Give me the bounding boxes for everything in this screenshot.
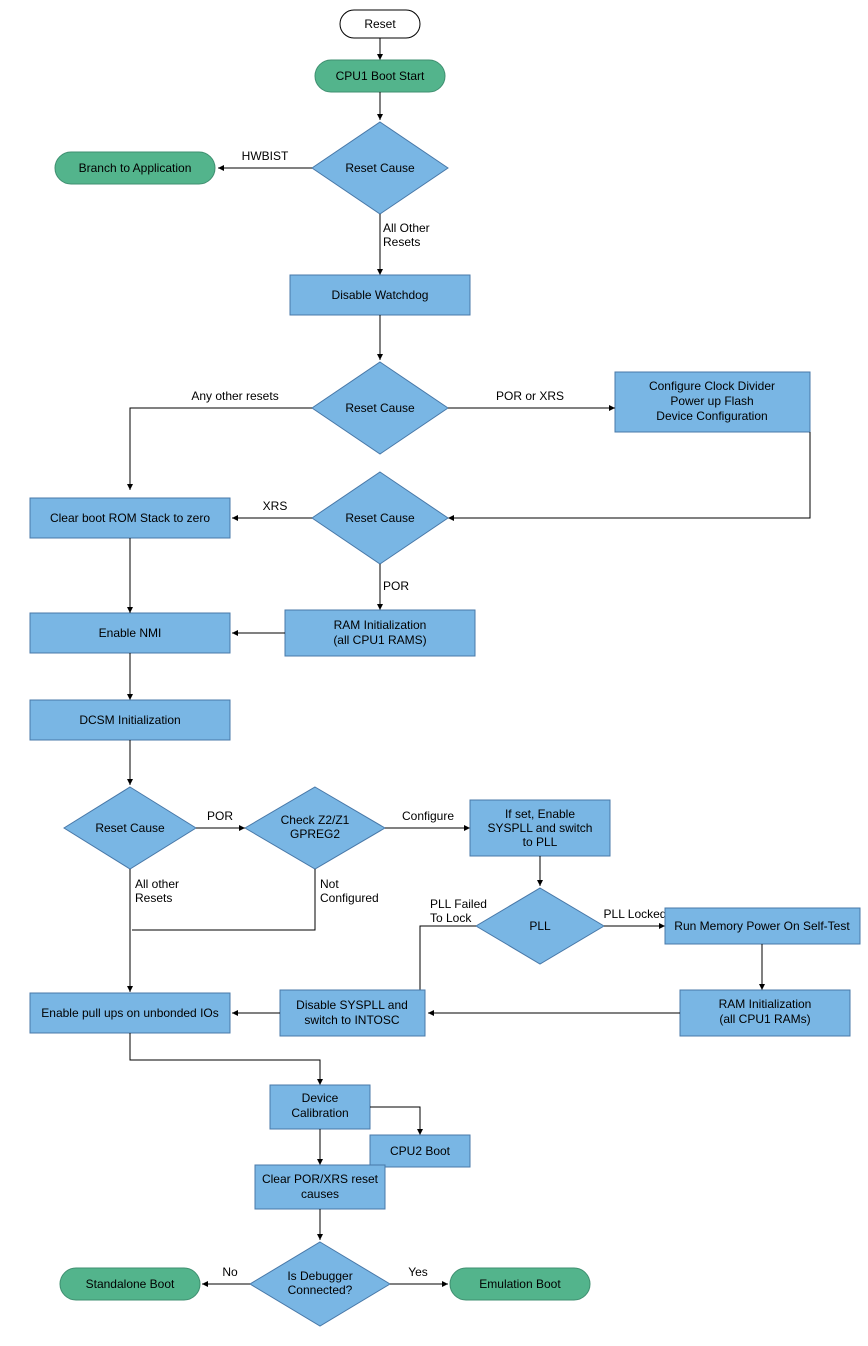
clearpor-1: Clear POR/XRS reset <box>262 1172 379 1186</box>
edge <box>420 926 476 1015</box>
edge <box>448 432 810 518</box>
syspll-1: If set, Enable <box>505 807 575 821</box>
edge <box>370 1107 420 1135</box>
isdebug-2: Connected? <box>288 1283 353 1297</box>
ram2-2: (all CPU1 RAMs) <box>719 1012 810 1026</box>
cfgclock-3: Device Configuration <box>656 409 767 423</box>
edge <box>130 1033 320 1085</box>
gpreg-1: Check Z2/Z1 <box>281 813 350 827</box>
edge-pllfail-b: To Lock <box>430 911 472 925</box>
edge-notcfg-a: Not <box>320 877 339 891</box>
branch-label: Branch to Application <box>79 161 192 175</box>
devcal-1: Device <box>302 1091 339 1105</box>
disablesyspll-1: Disable SYSPLL and <box>296 998 408 1012</box>
pullups-label: Enable pull ups on unbonded IOs <box>41 1006 218 1020</box>
edge-no: No <box>222 1265 238 1279</box>
edge-allother-1b: Resets <box>383 235 420 249</box>
edge-porxrs-label: POR or XRS <box>496 389 564 403</box>
ram1-1: RAM Initialization <box>334 618 427 632</box>
edge-allother2a: All other <box>135 877 179 891</box>
edge-notcfg-b: Configured <box>320 891 379 905</box>
edge-anyother-label: Any other resets <box>191 389 278 403</box>
cfgclock-1: Configure Clock Divider <box>649 379 775 393</box>
flowchart: Reset CPU1 Boot Start Reset Cause Branch… <box>0 0 868 1346</box>
edge-por2: POR <box>207 809 233 823</box>
reset-cause-3-label: Reset Cause <box>345 511 415 525</box>
clearpor-2: causes <box>301 1187 339 1201</box>
pll-label: PLL <box>529 919 551 933</box>
edge-por-label: POR <box>383 579 409 593</box>
syspll-3: to PLL <box>523 835 558 849</box>
edge <box>130 408 312 490</box>
isdebug-1: Is Debugger <box>287 1269 352 1283</box>
edge-configure: Configure <box>402 809 454 823</box>
cpu1-boot-label: CPU1 Boot Start <box>336 69 425 83</box>
devcal-2: Calibration <box>291 1106 348 1120</box>
edge-hwbist-label: HWBIST <box>242 149 289 163</box>
syspll-2: SYSPLL and switch <box>488 821 593 835</box>
disable-watchdog-label: Disable Watchdog <box>332 288 429 302</box>
dcsm-label: DCSM Initialization <box>79 713 180 727</box>
edge-xrs-label: XRS <box>263 499 288 513</box>
cfgclock-2: Power up Flash <box>670 394 753 408</box>
ram1-2: (all CPU1 RAMS) <box>333 633 426 647</box>
standalone-label: Standalone Boot <box>86 1277 175 1291</box>
disablesyspll-2: switch to INTOSC <box>304 1013 399 1027</box>
edge-allother-1a: All Other <box>383 221 430 235</box>
gpreg-2: GPREG2 <box>290 827 340 841</box>
reset-cause-4-label: Reset Cause <box>95 821 165 835</box>
emulation-label: Emulation Boot <box>479 1277 561 1291</box>
reset-cause-1-label: Reset Cause <box>345 161 415 175</box>
cpu2-boot-label: CPU2 Boot <box>390 1144 451 1158</box>
reset-cause-2-label: Reset Cause <box>345 401 415 415</box>
edge-yes: Yes <box>408 1265 428 1279</box>
edge-pllfail-a: PLL Failed <box>430 897 487 911</box>
clear-stack-label: Clear boot ROM Stack to zero <box>50 511 210 525</box>
enable-nmi-label: Enable NMI <box>99 626 162 640</box>
ram2-1: RAM Initialization <box>719 997 812 1011</box>
mem-selftest-label: Run Memory Power On Self-Test <box>674 919 850 933</box>
node-reset-label: Reset <box>364 17 396 31</box>
edge-allother2b: Resets <box>135 891 172 905</box>
edge-plllocked: PLL Locked <box>604 907 667 921</box>
